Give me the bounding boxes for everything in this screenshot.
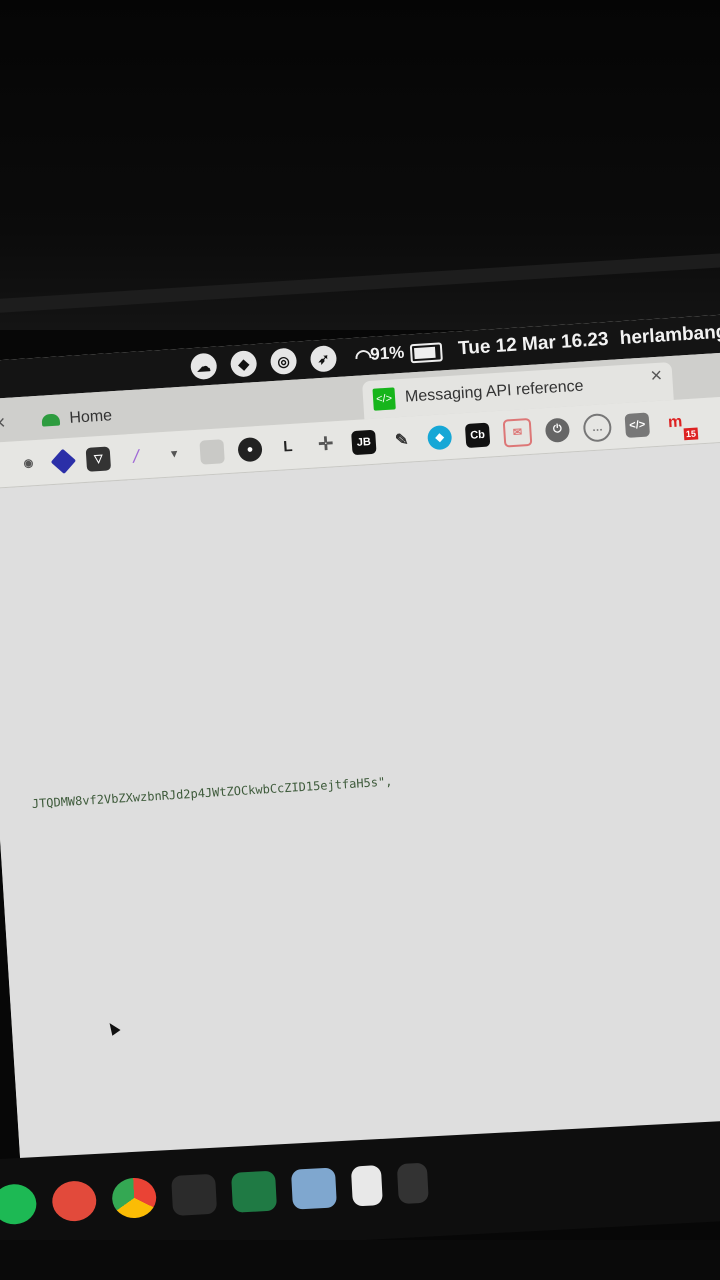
globe-icon[interactable]: ● xyxy=(237,436,263,462)
pen-icon[interactable]: ╱ xyxy=(124,444,149,469)
jetbrains-icon[interactable]: JB xyxy=(351,429,377,455)
scrollbar-icon[interactable]: ◎ xyxy=(269,347,298,376)
trash-icon[interactable] xyxy=(396,1162,429,1205)
mail-icon[interactable]: ✉ xyxy=(502,417,533,448)
grid-icon[interactable] xyxy=(199,438,225,465)
creative-cloud-icon[interactable]: ☁ xyxy=(189,352,218,381)
json-icon[interactable]: … xyxy=(582,412,613,443)
diamond-icon[interactable]: ◆ xyxy=(426,424,453,450)
clock[interactable]: Tue 12 Mar 16.23 xyxy=(457,329,609,360)
page-content: JTQDMW8vf2VbZXwzbnRJd2p4JWtZOCkwbCcZID15… xyxy=(0,440,720,1181)
token-code-line: JTQDMW8vf2VbZXwzbnRJd2p4JWtZOCkwbCcZID15… xyxy=(31,774,393,811)
close-icon[interactable]: × xyxy=(0,411,6,435)
user-name[interactable]: herlambang xyxy=(619,321,720,350)
dropbox-icon[interactable]: ◆ xyxy=(229,350,258,378)
readkit-icon[interactable] xyxy=(51,1179,98,1223)
code-icon[interactable]: </> xyxy=(624,411,650,438)
preview-icon[interactable] xyxy=(290,1167,337,1210)
vue-devtools-icon[interactable]: ▼ xyxy=(161,441,186,466)
code-icon: </> xyxy=(372,387,396,411)
camera-icon[interactable]: ◉ xyxy=(16,450,41,475)
eyedropper-icon[interactable]: ✎ xyxy=(389,427,414,452)
close-icon[interactable]: × xyxy=(650,365,663,389)
mail-badge-icon[interactable]: m 15 xyxy=(662,410,699,440)
battery-icon[interactable] xyxy=(409,342,443,364)
pocket-icon[interactable]: ▽ xyxy=(85,445,112,472)
chrome-icon[interactable] xyxy=(111,1176,158,1220)
rocket-icon[interactable]: ➶ xyxy=(309,345,338,373)
tab-label: Messaging API reference xyxy=(404,377,585,406)
badge-count: 15 xyxy=(683,426,699,440)
spotify-icon[interactable] xyxy=(0,1183,38,1226)
battery-percent[interactable]: 91% xyxy=(370,343,405,365)
cloud-icon xyxy=(41,413,60,427)
power-icon[interactable]: ⏻ xyxy=(544,417,571,443)
cube-icon[interactable] xyxy=(50,448,77,474)
move-icon[interactable]: ✛ xyxy=(313,432,338,457)
tab-label: Home xyxy=(68,407,113,427)
terminal-icon[interactable] xyxy=(171,1173,218,1216)
codeblock-icon[interactable]: Cb xyxy=(464,422,491,448)
desk-shadow xyxy=(0,1240,720,1280)
screen: ☁ ◆ ◎ ➶ ◠ 91% Tue 12 Mar 16.23 herlamban… xyxy=(0,312,720,1181)
excel-icon[interactable] xyxy=(231,1170,278,1213)
document-icon[interactable] xyxy=(350,1165,383,1207)
l-extension-icon[interactable]: L xyxy=(275,434,300,459)
